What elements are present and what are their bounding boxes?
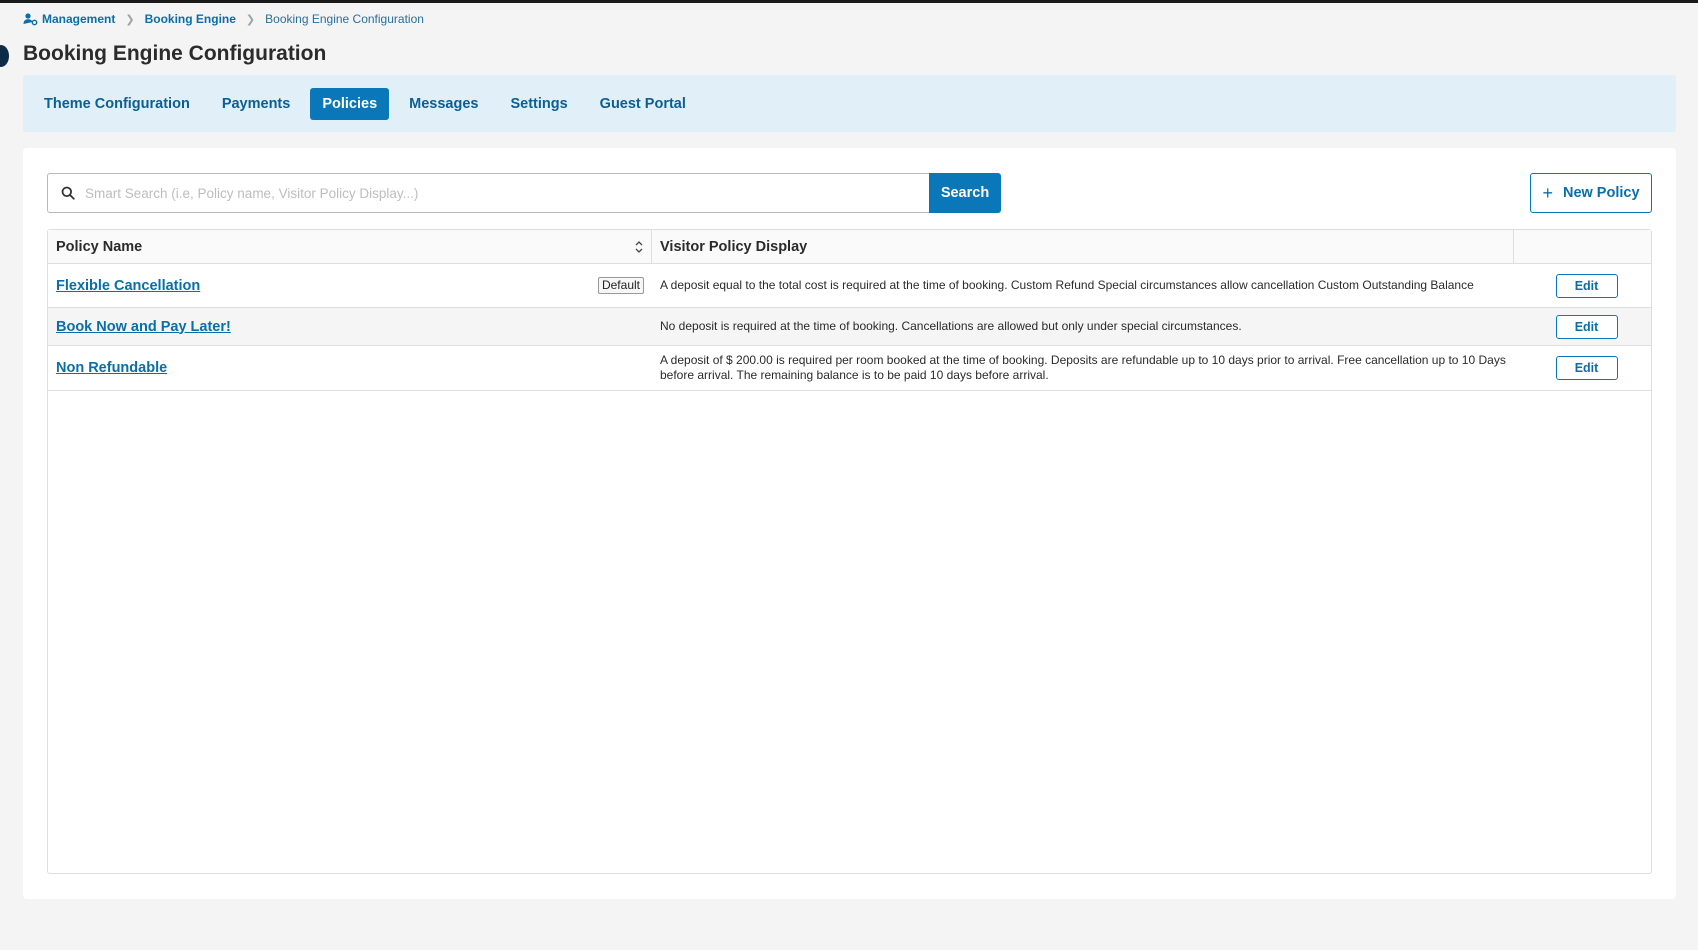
search-icon: [61, 186, 75, 200]
policies-table: Policy Name Visitor Policy Display Flexi…: [47, 229, 1652, 874]
actions-cell: Edit: [1514, 314, 1651, 339]
new-policy-button[interactable]: + New Policy: [1530, 173, 1652, 213]
policy-link-book-now-pay-later[interactable]: Book Now and Pay Later!: [56, 319, 231, 335]
visitor-policy-display: A deposit of $ 200.00 is required per ro…: [660, 352, 1506, 383]
tab-theme-configuration[interactable]: Theme Configuration: [32, 88, 202, 120]
tab-settings[interactable]: Settings: [498, 88, 579, 120]
visitor-policy-display: No deposit is required at the time of bo…: [660, 318, 1242, 333]
management-icon: [23, 13, 38, 26]
search-input[interactable]: [85, 185, 929, 201]
breadcrumb-booking-engine[interactable]: Booking Engine: [145, 12, 236, 26]
breadcrumb-separator-icon: ❯: [245, 13, 256, 26]
table-row: Non Refundable A deposit of $ 200.00 is …: [48, 346, 1651, 391]
visitor-policy-display: A deposit equal to the total cost is req…: [660, 277, 1474, 292]
policy-link-non-refundable[interactable]: Non Refundable: [56, 360, 167, 376]
policy-name-cell: Book Now and Pay Later!: [48, 319, 652, 335]
tab-policies[interactable]: Policies: [310, 87, 390, 120]
page-title: Booking Engine Configuration: [23, 42, 327, 65]
policy-link-flexible-cancellation[interactable]: Flexible Cancellation: [56, 278, 200, 294]
tab-messages[interactable]: Messages: [397, 88, 490, 120]
top-bar: [0, 0, 1698, 3]
actions-cell: Edit: [1514, 356, 1651, 380]
column-header-visitor-policy-display: Visitor Policy Display: [652, 230, 1514, 263]
breadcrumb-management[interactable]: Management: [42, 12, 115, 26]
edit-button[interactable]: Edit: [1555, 273, 1618, 298]
actions-cell: Edit: [1514, 273, 1651, 298]
search-button[interactable]: Search: [929, 173, 1001, 213]
column-header-actions: [1514, 230, 1651, 263]
table-row: Flexible Cancellation Default A deposit …: [48, 264, 1651, 308]
policies-card: Search + New Policy Policy Name Visitor …: [23, 148, 1676, 899]
policy-name-cell: Non Refundable: [48, 360, 652, 376]
tab-payments[interactable]: Payments: [210, 88, 303, 120]
default-badge: Default: [597, 277, 644, 294]
breadcrumb-current: Booking Engine Configuration: [265, 12, 424, 26]
tab-guest-portal[interactable]: Guest Portal: [588, 88, 698, 120]
table-header: Policy Name Visitor Policy Display: [48, 230, 1651, 264]
column-header-label: Policy Name: [56, 238, 143, 255]
edit-button[interactable]: Edit: [1555, 314, 1618, 339]
new-policy-label: New Policy: [1562, 185, 1640, 201]
breadcrumb-separator-icon: ❯: [125, 13, 135, 26]
table-row: Book Now and Pay Later! No deposit is re…: [48, 308, 1651, 346]
sort-icon[interactable]: [634, 240, 644, 254]
search-bar: Search: [47, 173, 1001, 213]
column-header-policy-name[interactable]: Policy Name: [48, 230, 652, 263]
tabs-bar: Theme Configuration Payments Policies Me…: [23, 75, 1676, 132]
breadcrumb: Management ❯ Booking Engine ❯ Booking En…: [23, 11, 424, 27]
side-panel-toggle[interactable]: [0, 45, 9, 67]
policy-name-cell: Flexible Cancellation Default: [48, 277, 652, 294]
edit-button[interactable]: Edit: [1555, 356, 1618, 380]
search-box: [47, 173, 929, 213]
plus-icon: +: [1542, 183, 1553, 203]
